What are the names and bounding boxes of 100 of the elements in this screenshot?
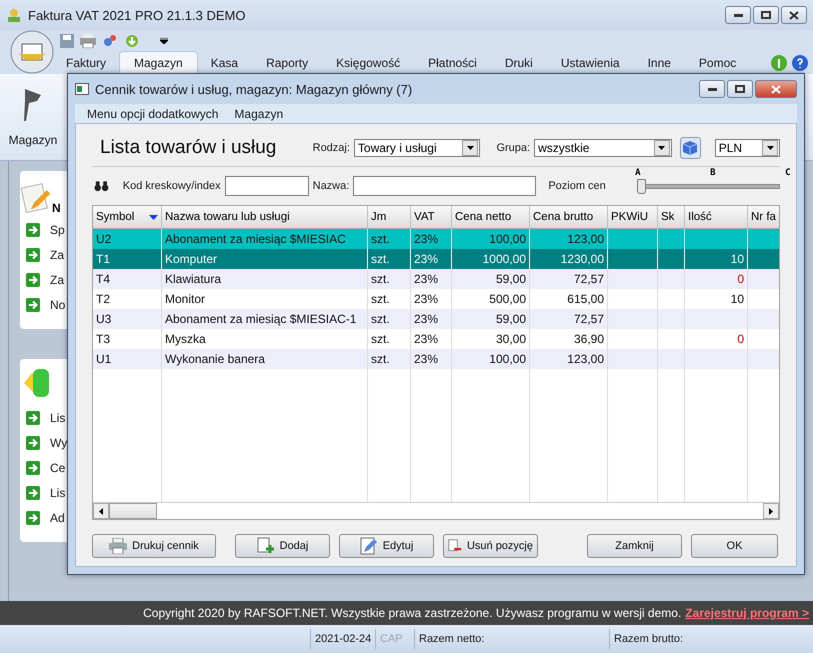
arrow-icon bbox=[26, 248, 40, 262]
pencil-icon bbox=[360, 537, 378, 555]
cube-icon bbox=[683, 141, 698, 155]
dialog-title: Cennik towarów i usług, magazyn: Magazyn główny (7) bbox=[95, 82, 412, 97]
copyright-text: Copyright 2020 by RAFSOFT.NET. Wszystkie prawa zastrzeżone. Używasz programu w wersji demo. bbox=[143, 606, 682, 620]
dialog-button[interactable]: Dodaj bbox=[235, 534, 330, 558]
table-row[interactable]: T4 Klawiatura szt. 23% 59,00 72,57 0 bbox=[93, 269, 779, 289]
notepad-pencil-icon bbox=[20, 183, 52, 215]
dialog-button[interactable]: Usuń pozycję bbox=[443, 534, 538, 558]
printer-icon bbox=[109, 538, 128, 554]
printer-icon[interactable] bbox=[80, 34, 96, 48]
window-icon bbox=[75, 83, 89, 96]
group-dropdown[interactable]: wszystkie bbox=[534, 139, 672, 157]
maximize-button[interactable] bbox=[753, 6, 779, 24]
scroll-right-button[interactable] bbox=[763, 503, 779, 519]
close-icon bbox=[771, 84, 781, 94]
dialog-button[interactable]: Drukuj cennik bbox=[92, 534, 216, 558]
table-cell: 123,00 bbox=[530, 349, 608, 369]
warehouse-ribbon-button[interactable]: Magazyn bbox=[0, 74, 66, 160]
minimize-button[interactable] bbox=[699, 80, 725, 98]
arrow-icon bbox=[26, 411, 40, 425]
tick-label: C bbox=[785, 168, 790, 178]
name-label: Nazwa: bbox=[312, 180, 350, 192]
currency-dropdown[interactable]: PLN bbox=[714, 139, 780, 157]
app-menu-orb-icon[interactable] bbox=[10, 30, 54, 74]
dialog-button[interactable]: Zamknij bbox=[587, 534, 682, 558]
ribbon-tab[interactable]: Kasa bbox=[196, 52, 252, 74]
table-cell: Wykonanie banera bbox=[162, 349, 368, 369]
scroll-left-button[interactable] bbox=[93, 503, 109, 519]
minimize-button[interactable] bbox=[725, 6, 751, 24]
table-row[interactable]: U2 Abonament za miesiąc $MIESIAC szt. 23% 100,00 123,00 bbox=[93, 229, 779, 249]
table-cell: szt. bbox=[368, 349, 411, 369]
close-button[interactable] bbox=[755, 80, 797, 98]
table-row[interactable]: U3 Abonament za miesiąc $MIESIAC-1 szt. 23% 59,00 72,57 bbox=[93, 309, 779, 329]
status-date: 2021-02-24 bbox=[310, 629, 375, 649]
dropdown-arrow-icon bbox=[766, 146, 774, 150]
binoculars-icon bbox=[94, 180, 109, 192]
ribbon-tab[interactable]: Płatności bbox=[414, 52, 491, 74]
dialog-button[interactable]: OK bbox=[691, 534, 778, 558]
maximize-button[interactable] bbox=[727, 80, 753, 98]
arrow-icon bbox=[26, 273, 40, 287]
column-header[interactable]: Cena brutto bbox=[530, 206, 608, 229]
register-link[interactable]: Zarejestruj program > bbox=[685, 606, 809, 620]
arrow-icon bbox=[26, 486, 40, 500]
scrollbar-thumb[interactable] bbox=[109, 503, 157, 519]
arrow-icon bbox=[26, 511, 40, 525]
column-header[interactable]: VAT bbox=[411, 206, 452, 229]
tick-label: A bbox=[635, 168, 640, 178]
ribbon-tab[interactable]: Faktury bbox=[52, 52, 120, 74]
ribbon-tab[interactable]: Raporty bbox=[252, 52, 322, 74]
dialog-button[interactable]: Edytuj bbox=[339, 534, 434, 558]
dropdown-arrow-icon[interactable] bbox=[160, 38, 168, 44]
minimize-icon bbox=[708, 88, 716, 91]
list-heading: Lista towarów i usług bbox=[100, 137, 278, 159]
ribbon-tab[interactable]: Pomoc bbox=[684, 52, 750, 74]
maximize-icon bbox=[761, 11, 771, 19]
column-header[interactable]: Jm bbox=[368, 206, 411, 229]
save-icon[interactable] bbox=[60, 34, 74, 48]
ribbon-tab[interactable]: Druki bbox=[490, 52, 547, 74]
column-header[interactable]: Sk bbox=[658, 206, 685, 229]
column-header[interactable]: Nr fa bbox=[748, 206, 779, 229]
column-header[interactable]: Ilość bbox=[685, 206, 748, 229]
menu-item[interactable]: Menu opcji dodatkowych bbox=[87, 106, 218, 121]
help-icon[interactable] bbox=[792, 55, 808, 71]
name-input[interactable] bbox=[353, 176, 536, 196]
dropdown-arrow-icon bbox=[658, 146, 666, 150]
ribbon-tab[interactable]: Inne bbox=[634, 52, 685, 74]
type-label: Rodzaj: bbox=[312, 142, 350, 154]
slider-thumb[interactable] bbox=[636, 179, 646, 194]
column-header[interactable]: Symbol bbox=[93, 206, 162, 229]
maximize-icon bbox=[735, 85, 745, 94]
column-header[interactable]: Cena netto bbox=[452, 206, 530, 229]
ribbon-tab[interactable]: Księgowość bbox=[322, 52, 414, 74]
table-cell: 100,00 bbox=[452, 349, 530, 369]
table-cell: U1 bbox=[93, 349, 162, 369]
ribbon-tab[interactable]: Ustawienia bbox=[546, 52, 634, 74]
type-dropdown[interactable]: Towary i usługi bbox=[354, 139, 480, 157]
menu-item[interactable]: Magazyn bbox=[234, 106, 284, 121]
panel-heading: N bbox=[52, 201, 61, 215]
ribbon-tab[interactable]: Magazyn bbox=[120, 52, 197, 74]
sort-arrow-icon bbox=[149, 214, 158, 220]
net-total-label: Razem netto: bbox=[414, 629, 609, 649]
minimize-icon bbox=[734, 14, 742, 16]
table-row[interactable]: T1 Komputer szt. 23% 1000,00 1230,00 10 bbox=[93, 249, 779, 269]
gross-total-label: Razem brutto: bbox=[609, 629, 768, 649]
price-level-label: Poziom cen bbox=[548, 180, 606, 192]
arrow-icon bbox=[26, 436, 40, 450]
document-plus-icon bbox=[256, 537, 275, 555]
tick-label: B bbox=[710, 168, 716, 178]
close-button[interactable] bbox=[781, 6, 807, 24]
table-row[interactable]: U1 Wykonanie banera szt. 23% 100,00 123,00 bbox=[93, 349, 779, 369]
barcode-input[interactable] bbox=[224, 176, 309, 196]
barcode-label: Kod kreskowy/index bbox=[122, 180, 221, 192]
caps-indicator: CAP bbox=[375, 629, 414, 649]
column-header[interactable]: PKWiU bbox=[608, 206, 658, 229]
close-icon bbox=[789, 10, 799, 20]
group-label: Grupa: bbox=[496, 142, 530, 154]
column-header[interactable]: Nazwa towaru lub usługi bbox=[162, 206, 368, 229]
arrow-icon bbox=[26, 223, 40, 237]
cube-button[interactable] bbox=[680, 137, 701, 159]
